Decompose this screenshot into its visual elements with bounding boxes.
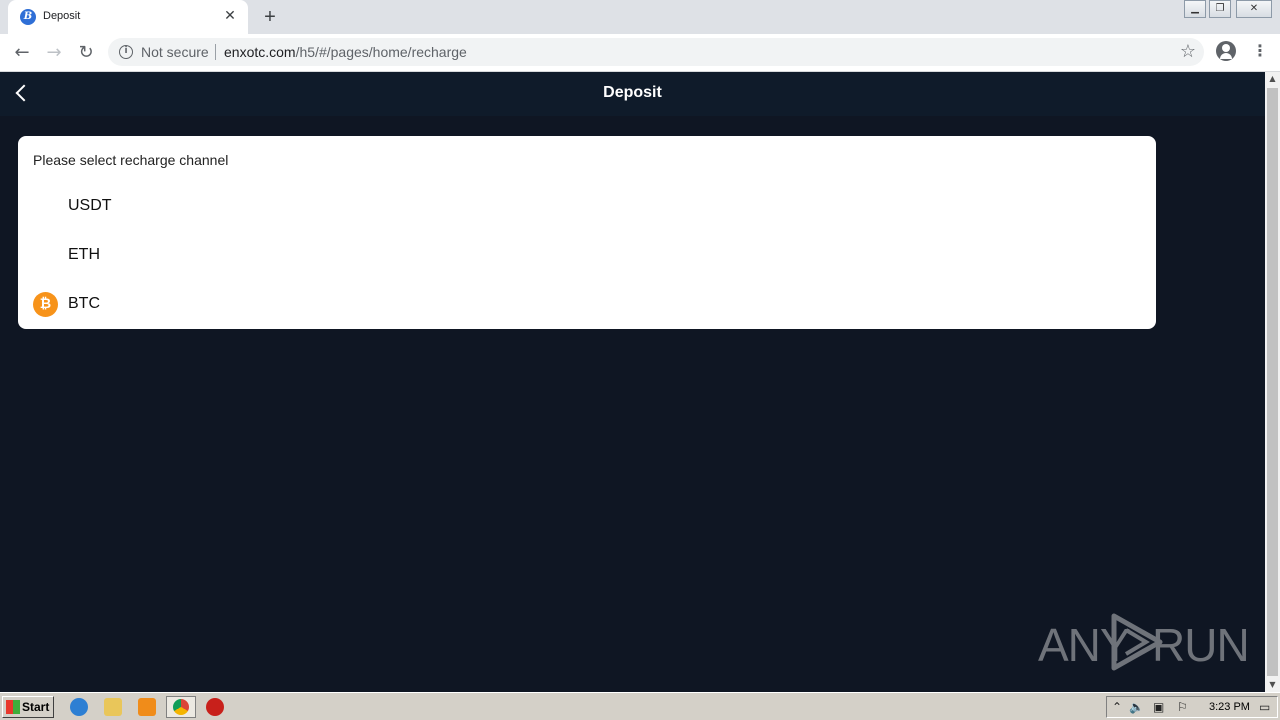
watermark-text-right: RUN <box>1152 619 1250 671</box>
taskbar-clock[interactable]: 3:23 PM <box>1209 701 1250 713</box>
app-header: Deposit <box>0 72 1265 116</box>
scroll-down-arrow-icon[interactable]: ▼ <box>1265 678 1280 692</box>
close-window-button[interactable]: ✕ <box>1236 0 1272 18</box>
channel-option-btc[interactable]: ₿ BTC <box>18 286 1156 324</box>
more-menu-icon[interactable]: ⋮ <box>1252 42 1268 62</box>
new-tab-button[interactable]: + <box>259 6 281 28</box>
tab-title: Deposit <box>43 10 81 22</box>
reload-icon[interactable]: ↻ <box>74 41 98 65</box>
volume-icon[interactable]: 🔈 <box>1129 700 1144 714</box>
anyrun-watermark: ANY RUN <box>1038 610 1250 674</box>
site-favicon-icon: B <box>20 9 36 25</box>
channel-label: BTC <box>68 295 100 312</box>
forward-arrow-icon[interactable]: → <box>42 41 66 65</box>
channel-label: ETH <box>68 246 100 263</box>
windows-logo-icon <box>6 700 20 714</box>
channel-label: USDT <box>68 197 112 214</box>
scrollbar-thumb[interactable] <box>1267 88 1278 676</box>
internet-explorer-icon[interactable] <box>70 698 88 716</box>
recharge-channel-heading: Please select recharge channel <box>33 152 229 168</box>
page-title: Deposit <box>603 84 662 101</box>
media-player-icon[interactable] <box>138 698 156 716</box>
action-center-flag-icon[interactable]: ⚐ <box>1177 700 1188 714</box>
address-bar[interactable]: i Not secure enxotc.com/h5/#/pages/home/… <box>108 38 1204 66</box>
show-desktop-icon[interactable]: ▭ <box>1259 700 1270 714</box>
start-button[interactable]: Start <box>2 696 54 718</box>
url-host: enxotc.com <box>224 44 296 60</box>
channel-option-usdt[interactable]: USDT <box>18 188 1156 226</box>
vertical-scrollbar[interactable]: ▲ ▼ <box>1265 72 1280 692</box>
back-arrow-icon[interactable]: ← <box>10 41 34 65</box>
recharge-channel-card: Please select recharge channel USDT ETH … <box>18 136 1156 329</box>
scroll-up-arrow-icon[interactable]: ▲ <box>1265 72 1280 86</box>
page-viewport: Deposit Please select recharge channel U… <box>0 72 1265 692</box>
file-explorer-icon[interactable] <box>104 698 122 716</box>
start-label: Start <box>22 700 50 714</box>
browser-toolbar: ← → ↻ i Not secure enxotc.com/h5/#/pages… <box>0 34 1280 72</box>
taskbar: Start ⌃ 🔈 ▣ ⚐ 3:23 PM ▭ <box>0 692 1280 720</box>
network-icon[interactable]: ▣ <box>1153 700 1164 714</box>
channel-option-eth[interactable]: ETH <box>18 237 1156 275</box>
security-status[interactable]: Not secure <box>141 44 209 60</box>
chrome-icon <box>173 699 189 715</box>
tray-expand-icon[interactable]: ⌃ <box>1112 700 1122 714</box>
omnibox-divider <box>215 44 216 60</box>
browser-tabstrip: B Deposit ✕ + ▁ ❐ ✕ <box>0 0 1280 34</box>
restore-window-button[interactable]: ❐ <box>1209 0 1231 18</box>
url-text[interactable]: enxotc.com/h5/#/pages/home/recharge <box>224 44 467 60</box>
minimize-window-button[interactable]: ▁ <box>1184 0 1206 18</box>
browser-tab[interactable]: B Deposit ✕ <box>8 0 248 34</box>
chrome-taskbar-button[interactable] <box>166 696 196 718</box>
tab-close-icon[interactable]: ✕ <box>222 8 238 24</box>
url-path: /h5/#/pages/home/recharge <box>295 44 467 60</box>
system-tray: ⌃ 🔈 ▣ ⚐ 3:23 PM ▭ <box>1106 696 1278 718</box>
opera-icon[interactable] <box>206 698 224 716</box>
profile-avatar-icon[interactable] <box>1216 41 1236 61</box>
bitcoin-icon: ₿ <box>33 292 58 317</box>
bookmark-star-icon[interactable]: ☆ <box>1180 41 1196 62</box>
info-icon[interactable]: i <box>119 45 133 59</box>
